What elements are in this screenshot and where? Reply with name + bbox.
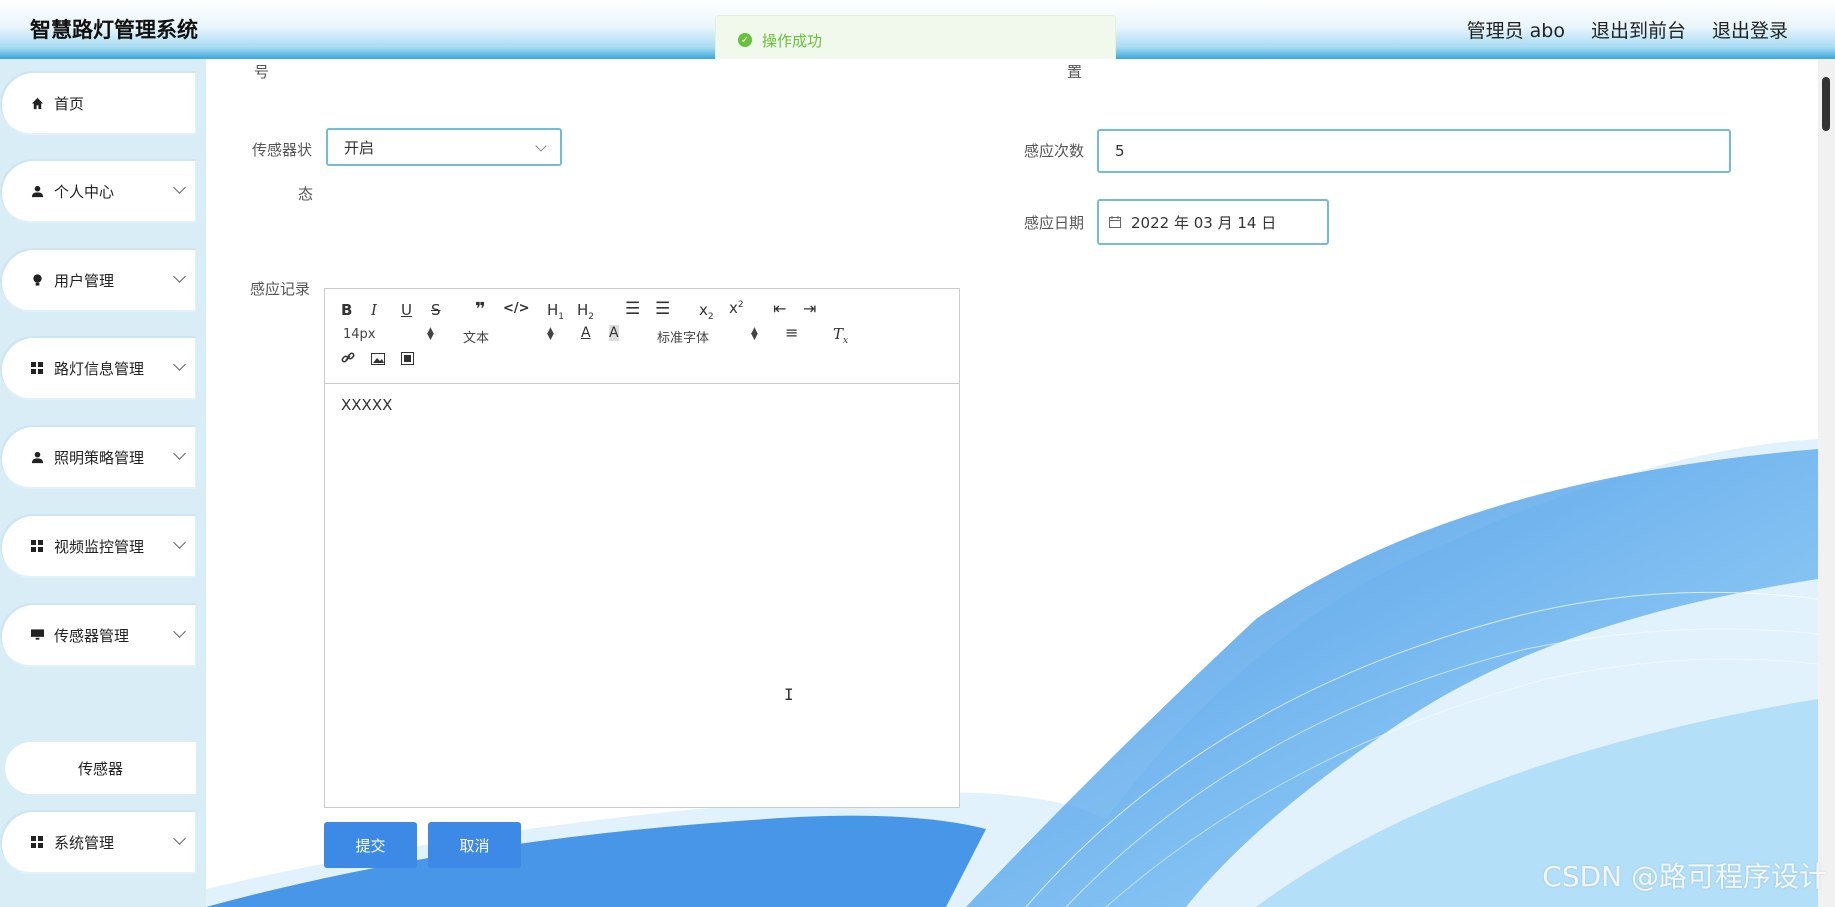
- editor-toolbar: B I U S ❞ </> H1 H2 ☰ ☰ x2 x2 ⇤ ⇥ 14px ▲…: [325, 289, 959, 384]
- back-to-front-link[interactable]: 退出到前台: [1591, 16, 1686, 43]
- watermark: CSDN @路可程序设计: [1542, 860, 1827, 893]
- subscript-icon[interactable]: x2: [699, 301, 714, 322]
- sidebar-item-label: 传感器管理: [54, 626, 130, 645]
- sidebar-item-personal-center[interactable]: 个人中心: [0, 159, 196, 223]
- chevron-down-icon: [173, 447, 186, 460]
- sidebar-item-sensor-management[interactable]: 传感器管理: [0, 603, 196, 667]
- field-label-position: 置: [1067, 63, 1083, 81]
- record-label: 感应记录: [250, 280, 311, 298]
- sort-arrows-icon: ▲ ▼: [547, 326, 554, 342]
- date-picker[interactable]: 2022 年 03 月 14 日: [1097, 199, 1329, 245]
- check-circle-icon: ✓: [738, 33, 752, 47]
- format-select[interactable]: 文本 ▲ ▼: [463, 326, 554, 347]
- sort-arrows-icon: ▲ ▼: [427, 326, 434, 342]
- editor-content-area[interactable]: XXXXX: [325, 384, 959, 426]
- text-cursor-icon: I: [784, 685, 794, 704]
- video-icon[interactable]: [401, 351, 414, 369]
- text-color-icon[interactable]: A: [581, 325, 591, 341]
- sidebar-item-label: 首页: [54, 94, 85, 113]
- bold-icon[interactable]: B: [341, 301, 352, 319]
- sidebar-item-label: 视频监控管理: [54, 537, 145, 556]
- grid-icon: [30, 361, 44, 375]
- sensor-status-label-2: 态: [298, 185, 314, 203]
- record-content: XXXXX: [341, 396, 393, 414]
- sensor-status-select[interactable]: 开启: [326, 128, 562, 166]
- logout-link[interactable]: 退出登录: [1712, 16, 1788, 43]
- calendar-icon: [1109, 216, 1121, 228]
- align-icon[interactable]: ≡: [785, 323, 798, 342]
- sidebar-item-label: 个人中心: [54, 182, 115, 201]
- chevron-down-icon: [173, 832, 186, 845]
- sidebar-item-label: 系统管理: [54, 833, 115, 852]
- user-icon: [30, 450, 44, 464]
- count-value: 5: [1115, 142, 1125, 160]
- strikethrough-icon[interactable]: S: [431, 301, 441, 319]
- cancel-button[interactable]: 取消: [428, 822, 521, 868]
- count-label: 感应次数: [1024, 142, 1085, 160]
- bullet-list-icon[interactable]: ☰: [655, 299, 670, 319]
- chevron-down-icon: [535, 140, 547, 152]
- blockquote-icon[interactable]: ❞: [475, 299, 486, 320]
- date-value: 2022 年 03 月 14 日: [1131, 213, 1277, 232]
- superscript-icon[interactable]: x2: [729, 299, 744, 317]
- sidebar-item-user-management[interactable]: 用户管理: [0, 248, 196, 312]
- toast-message: 操作成功: [762, 31, 823, 50]
- grid-icon: [30, 835, 44, 849]
- sidebar-subitem-sensor[interactable]: 传感器: [5, 742, 196, 794]
- image-icon[interactable]: [371, 351, 385, 369]
- sensor-status-value: 开启: [344, 138, 375, 157]
- sidebar-item-label: 照明策略管理: [54, 448, 145, 467]
- clear-format-icon[interactable]: Tx: [833, 325, 848, 346]
- heading2-icon[interactable]: H2: [577, 301, 594, 322]
- sort-arrows-icon: ▲ ▼: [751, 326, 758, 342]
- sidebar-item-home[interactable]: 首页: [0, 71, 196, 135]
- home-icon: [30, 96, 44, 110]
- submit-button[interactable]: 提交: [324, 822, 417, 868]
- format-value: 文本: [463, 331, 490, 346]
- chevron-down-icon: [173, 270, 186, 283]
- font-size-select[interactable]: 14px ▲ ▼: [343, 326, 434, 343]
- sidebar-item-video-monitor[interactable]: 视频监控管理: [0, 514, 196, 578]
- heading1-icon[interactable]: H1: [547, 301, 564, 322]
- sidebar-item-streetlight-info[interactable]: 路灯信息管理: [0, 336, 196, 400]
- grid-icon: [30, 539, 44, 553]
- admin-user-label[interactable]: 管理员 abo: [1467, 16, 1565, 43]
- chevron-down-icon: [173, 536, 186, 549]
- app-title: 智慧路灯管理系统: [30, 18, 198, 42]
- rich-text-editor: B I U S ❞ </> H1 H2 ☰ ☰ x2 x2 ⇤ ⇥ 14px ▲…: [324, 288, 960, 808]
- monitor-icon: [30, 628, 44, 642]
- date-label: 感应日期: [1024, 214, 1085, 232]
- scrollbar-thumb[interactable]: [1822, 77, 1830, 131]
- underline-icon[interactable]: U: [401, 301, 412, 319]
- success-toast: ✓ 操作成功: [715, 15, 1116, 65]
- ordered-list-icon[interactable]: ☰: [625, 299, 640, 319]
- chevron-down-icon: [173, 358, 186, 371]
- count-input[interactable]: 5: [1097, 129, 1731, 173]
- link-icon[interactable]: [341, 351, 355, 369]
- user-icon: [30, 184, 44, 198]
- font-size-value: 14px: [343, 327, 376, 342]
- main-content: 号 置 传感器状 态 开启 感应次数 5 感应日期 2022 年 03 月 14…: [206, 59, 1818, 907]
- sidebar-item-label: 用户管理: [54, 271, 115, 290]
- code-icon[interactable]: </>: [503, 301, 530, 316]
- font-family-select[interactable]: 标准字体 ▲ ▼: [657, 326, 758, 347]
- sidebar-item-label: 路灯信息管理: [54, 359, 145, 378]
- sidebar: 首页 个人中心 用户管理 路灯信息管理 照明策略管理 视频监控管理 传感器管理 …: [0, 59, 206, 907]
- vertical-scrollbar[interactable]: [1818, 59, 1835, 907]
- field-label-number: 号: [254, 63, 270, 81]
- italic-icon[interactable]: I: [371, 301, 377, 319]
- sidebar-item-lighting-strategy[interactable]: 照明策略管理: [0, 425, 196, 489]
- chevron-down-icon: [173, 181, 186, 194]
- sidebar-item-system-management[interactable]: 系统管理: [0, 810, 196, 874]
- indent-icon[interactable]: ⇥: [803, 299, 816, 318]
- bulb-icon: [30, 273, 44, 287]
- font-family-value: 标准字体: [657, 331, 710, 346]
- outdent-icon[interactable]: ⇤: [773, 299, 786, 318]
- sensor-status-label: 传感器状: [252, 141, 313, 159]
- header-actions: 管理员 abo 退出到前台 退出登录: [1467, 16, 1788, 43]
- background-color-icon[interactable]: A: [609, 325, 619, 341]
- chevron-down-icon: [173, 625, 186, 638]
